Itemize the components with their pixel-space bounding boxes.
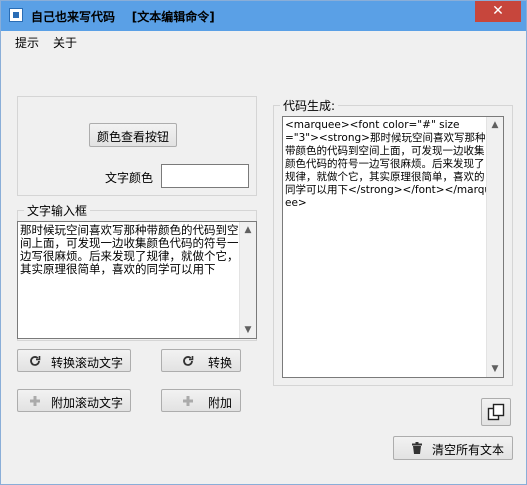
menu-item-tips[interactable]: 提示 [15,34,39,51]
code-output-scrollbar[interactable]: ▲ ▼ [486,117,503,377]
text-input-scrollbar[interactable]: ▲ ▼ [239,222,256,338]
trash-icon [412,442,422,454]
plus-icon [183,396,193,406]
code-output-area[interactable]: <marquee><font color="#" size="3"><stron… [282,116,504,378]
close-button[interactable]: ✕ [475,1,521,22]
text-color-input[interactable] [161,164,249,188]
window-title: 自己也来写代码 [文本编辑命令] [31,10,215,24]
text-input-area[interactable]: 那时候玩空间喜欢写那种带颜色的代码到空间上面，可发现一边收集颜色代码的符号一边写… [17,221,257,339]
menu-item-about[interactable]: 关于 [53,34,77,51]
convert-marquee-button[interactable]: 转换滚动文字 [17,349,131,372]
text-input-group-label: 文字输入框 [24,202,91,219]
copy-icon [487,403,505,421]
title-bar[interactable]: 自己也来写代码 [文本编辑命令] ✕ [1,1,526,31]
copy-button[interactable] [481,398,511,426]
scroll-up-icon[interactable]: ▲ [240,222,256,238]
text-color-label: 文字颜色 [105,171,154,185]
clear-all-button[interactable]: 清空所有文本 [393,436,513,460]
app-icon [9,8,23,22]
code-output-group-label: 代码生成: [280,97,339,114]
code-output-content: <marquee><font color="#" size="3"><stron… [285,119,492,209]
refresh-icon [30,356,41,366]
text-input-content: 那时候玩空间喜欢写那种带颜色的代码到空间上面，可发现一边收集颜色代码的符号一边写… [20,223,239,276]
append-button[interactable]: 附加 [161,389,241,412]
append-marquee-button[interactable]: 附加滚动文字 [17,389,131,412]
convert-button[interactable]: 转换 [161,349,241,372]
scroll-up-icon[interactable]: ▲ [487,117,503,133]
refresh-icon [183,356,194,366]
menu-bar: 提示 关于 [1,31,526,51]
plus-icon [30,396,40,406]
main-window: 自己也来写代码 [文本编辑命令] ✕ 提示 关于 颜色查看按钮 文字颜色 文字输… [0,0,527,485]
color-view-button[interactable]: 颜色查看按钮 [89,123,177,147]
scroll-down-icon[interactable]: ▼ [240,322,256,338]
scroll-down-icon[interactable]: ▼ [487,361,503,377]
